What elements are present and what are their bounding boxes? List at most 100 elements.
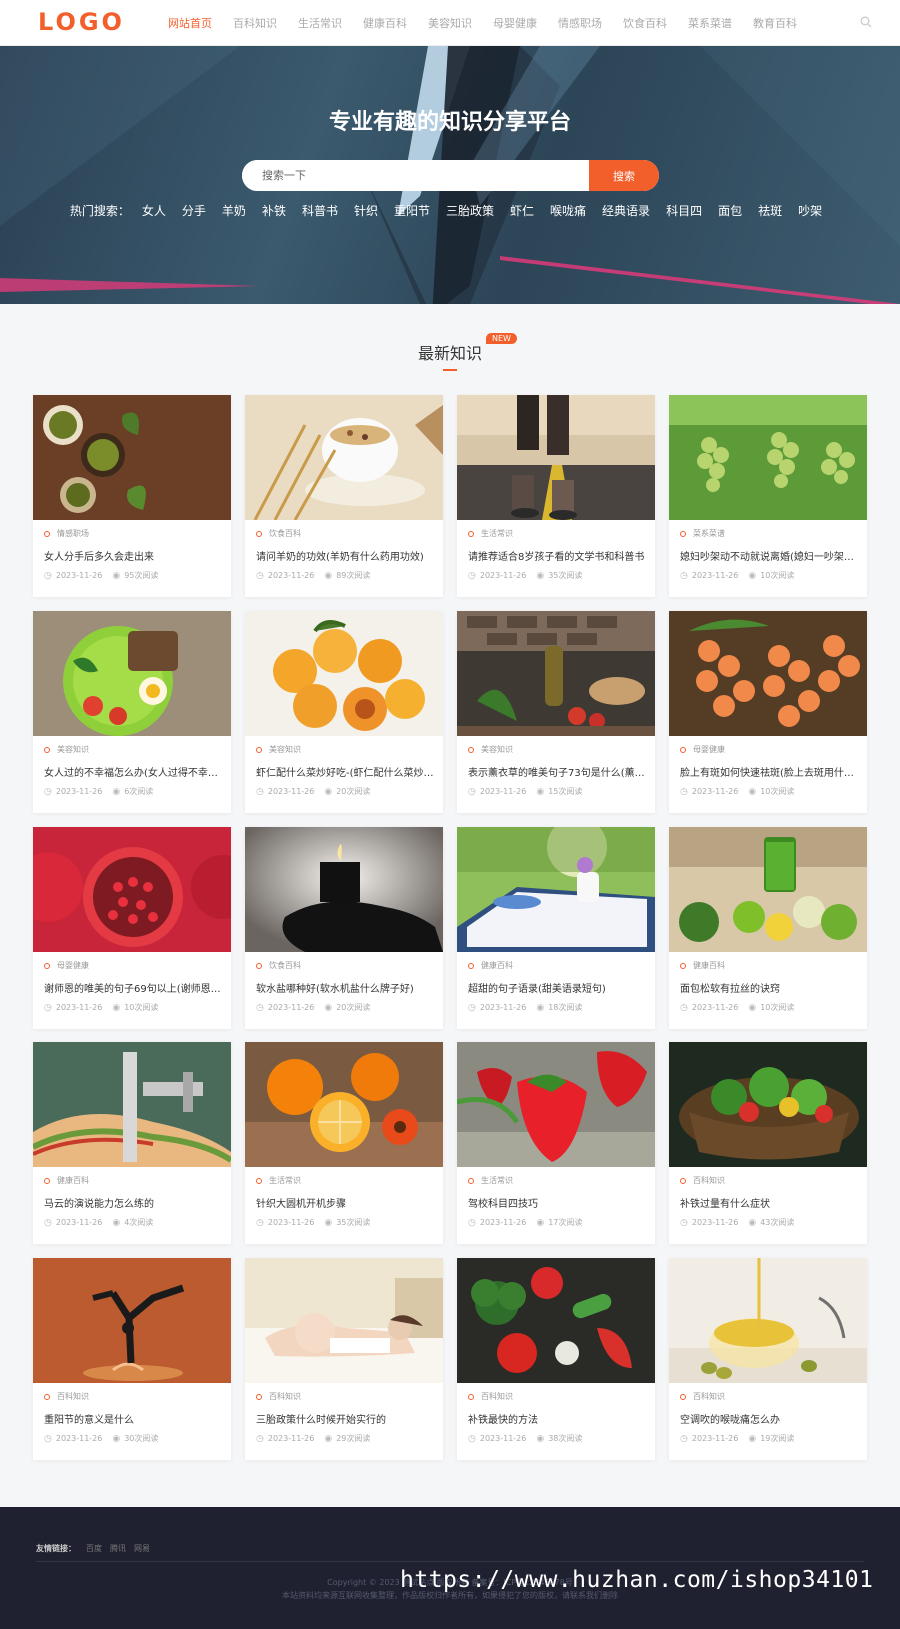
- article-category[interactable]: 情感职场: [44, 528, 89, 539]
- article-category[interactable]: 美容知识: [44, 744, 89, 755]
- friend-link[interactable]: 百度: [86, 1543, 102, 1554]
- article-category[interactable]: 饮食百科: [256, 528, 301, 539]
- article-card[interactable]: 美容知识表示薰衣草的唯美句子73句是什么(薰衣草句子) ◷2023-11-26 ◉1…: [457, 611, 655, 813]
- article-category[interactable]: 生活常识: [256, 1175, 301, 1186]
- article-title[interactable]: 马云的演说能力怎么练的: [44, 1195, 222, 1210]
- article-card[interactable]: 健康百科 超甜的句子语录(甜美语录短句) ◷ 2023-11-26 ◉ 18次阅读: [457, 827, 655, 1029]
- article-thumbnail[interactable]: [245, 395, 443, 520]
- article-title[interactable]: 请问羊奶的功效(羊奶有什么药用功效): [256, 548, 434, 563]
- article-card[interactable]: 百科知识 补铁过量有什么症状 ◷ 2023-11-26 ◉ 43次阅读: [669, 1042, 867, 1244]
- article-card[interactable]: 健康百科 面包松软有拉丝的诀窍 ◷ 2023-11-26 ◉ 10次阅读: [669, 827, 867, 1029]
- site-logo[interactable]: LOGO: [38, 8, 125, 36]
- article-card[interactable]: 菜系菜谱媳妇吵架动不动就说离婚(媳妇一吵架就说离婚) ◷2023-11-26 ◉10…: [669, 395, 867, 597]
- article-title[interactable]: 驾校科目四技巧: [468, 1195, 646, 1210]
- article-card[interactable]: 百科知识 三胎政策什么时候开始实行的 ◷ 2023-11-26 ◉ 29次阅读: [245, 1258, 443, 1460]
- article-category[interactable]: 美容知识: [256, 744, 301, 755]
- article-thumbnail[interactable]: [669, 1042, 867, 1167]
- article-title[interactable]: 重阳节的意义是什么: [44, 1411, 222, 1426]
- article-card[interactable]: 美容知识虾仁配什么菜炒好吃-(虾仁配什么菜炒好吃又简单) ◷2023-11-26 ◉…: [245, 611, 443, 813]
- nav-item-encyclopedia[interactable]: 百科知识: [233, 15, 277, 31]
- article-category[interactable]: 母婴健康: [680, 744, 725, 755]
- nav-item-emotion[interactable]: 情感职场: [558, 15, 602, 31]
- article-category[interactable]: 母婴健康: [44, 960, 89, 971]
- article-title[interactable]: 补铁最快的方法: [468, 1411, 646, 1426]
- nav-item-health[interactable]: 健康百科: [363, 15, 407, 31]
- search-icon[interactable]: [860, 16, 872, 28]
- article-card[interactable]: 饮食百科 软水盐哪种好(软水机盐什么牌子好) ◷ 2023-11-26 ◉ 20次阅读: [245, 827, 443, 1029]
- article-thumbnail[interactable]: [33, 395, 231, 520]
- article-title[interactable]: 针织大圆机开机步骤: [256, 1195, 434, 1210]
- article-category[interactable]: 健康百科: [44, 1175, 89, 1186]
- article-title[interactable]: 谢师恩的唯美的句子69句以上(谢师恩的句子): [44, 980, 222, 995]
- article-category[interactable]: 生活常识: [468, 528, 513, 539]
- hot-word[interactable]: 喉咙痛: [550, 202, 586, 219]
- hot-word[interactable]: 科目四: [666, 202, 702, 219]
- article-title[interactable]: 超甜的句子语录(甜美语录短句): [468, 980, 646, 995]
- hot-word[interactable]: 面包: [718, 202, 742, 219]
- article-thumbnail[interactable]: [669, 827, 867, 952]
- article-title[interactable]: 虾仁配什么菜炒好吃-(虾仁配什么菜炒好吃又简单): [256, 764, 434, 779]
- article-title[interactable]: 三胎政策什么时候开始实行的: [256, 1411, 434, 1426]
- nav-item-life[interactable]: 生活常识: [298, 15, 342, 31]
- hot-word[interactable]: 重阳节: [394, 202, 430, 219]
- article-thumbnail[interactable]: [457, 1042, 655, 1167]
- article-category[interactable]: 美容知识: [468, 744, 513, 755]
- article-category[interactable]: 饮食百科: [256, 960, 301, 971]
- hot-word[interactable]: 三胎政策: [446, 202, 494, 219]
- article-card[interactable]: 百科知识 空调吹的喉咙痛怎么办 ◷ 2023-11-26 ◉ 19次阅读: [669, 1258, 867, 1460]
- article-thumbnail[interactable]: [669, 1258, 867, 1383]
- article-category[interactable]: 百科知识: [468, 1391, 513, 1402]
- search-input[interactable]: [242, 160, 589, 191]
- article-thumbnail[interactable]: [457, 611, 655, 736]
- article-thumbnail[interactable]: [457, 395, 655, 520]
- article-thumbnail[interactable]: [245, 1042, 443, 1167]
- article-category[interactable]: 菜系菜谱: [680, 528, 725, 539]
- hot-word[interactable]: 虾仁: [510, 202, 534, 219]
- nav-item-education[interactable]: 教育百科: [753, 15, 797, 31]
- article-category[interactable]: 生活常识: [468, 1175, 513, 1186]
- article-card[interactable]: 生活常识 驾校科目四技巧 ◷ 2023-11-26 ◉ 17次阅读: [457, 1042, 655, 1244]
- nav-item-recipes[interactable]: 菜系菜谱: [688, 15, 732, 31]
- friend-link[interactable]: 网易: [134, 1543, 150, 1554]
- nav-item-food[interactable]: 饮食百科: [623, 15, 667, 31]
- article-thumbnail[interactable]: [457, 1258, 655, 1383]
- article-thumbnail[interactable]: [33, 1258, 231, 1383]
- article-title[interactable]: 脸上有斑如何快速祛斑(脸上去斑用什么方法): [680, 764, 858, 779]
- article-category[interactable]: 百科知识: [44, 1391, 89, 1402]
- article-title[interactable]: 请推荐适合8岁孩子看的文学书和科普书: [468, 548, 646, 563]
- article-thumbnail[interactable]: [245, 827, 443, 952]
- hot-word[interactable]: 女人: [142, 202, 166, 219]
- article-thumbnail[interactable]: [669, 395, 867, 520]
- article-title[interactable]: 面包松软有拉丝的诀窍: [680, 980, 858, 995]
- article-title[interactable]: 表示薰衣草的唯美句子73句是什么(薰衣草句子): [468, 764, 646, 779]
- article-thumbnail[interactable]: [33, 827, 231, 952]
- hot-word[interactable]: 补铁: [262, 202, 286, 219]
- hot-word[interactable]: 吵架: [798, 202, 822, 219]
- article-category[interactable]: 百科知识: [680, 1175, 725, 1186]
- article-title[interactable]: 女人过的不幸福怎么办(女人过得不幸福的表现): [44, 764, 222, 779]
- article-card[interactable]: 百科知识 重阳节的意义是什么 ◷ 2023-11-26 ◉ 30次阅读: [33, 1258, 231, 1460]
- article-category[interactable]: 百科知识: [680, 1391, 725, 1402]
- article-thumbnail[interactable]: [245, 1258, 443, 1383]
- article-card[interactable]: 美容知识女人过的不幸福怎么办(女人过得不幸福的表现) ◷2023-11-26 ◉6次…: [33, 611, 231, 813]
- article-category[interactable]: 健康百科: [680, 960, 725, 971]
- article-title[interactable]: 软水盐哪种好(软水机盐什么牌子好): [256, 980, 434, 995]
- article-thumbnail[interactable]: [457, 827, 655, 952]
- article-card[interactable]: 生活常识 请推荐适合8岁孩子看的文学书和科普书 ◷ 2023-11-26 ◉ 35次阅读: [457, 395, 655, 597]
- article-card[interactable]: 母婴健康脸上有斑如何快速祛斑(脸上去斑用什么方法) ◷2023-11-26 ◉10次…: [669, 611, 867, 813]
- friend-link[interactable]: 腾讯: [110, 1543, 126, 1554]
- search-button[interactable]: 搜索: [589, 160, 659, 191]
- article-card[interactable]: 母婴健康谢师恩的唯美的句子69句以上(谢师恩的句子) ◷2023-11-26 ◉10…: [33, 827, 231, 1029]
- article-card[interactable]: 饮食百科 请问羊奶的功效(羊奶有什么药用功效) ◷ 2023-11-26 ◉ 89次阅读: [245, 395, 443, 597]
- article-card[interactable]: 百科知识 补铁最快的方法 ◷ 2023-11-26 ◉ 38次阅读: [457, 1258, 655, 1460]
- article-title[interactable]: 女人分手后多久会走出来: [44, 548, 222, 563]
- hot-word[interactable]: 祛斑: [758, 202, 782, 219]
- hot-word[interactable]: 分手: [182, 202, 206, 219]
- article-category[interactable]: 健康百科: [468, 960, 513, 971]
- hot-word[interactable]: 羊奶: [222, 202, 246, 219]
- article-card[interactable]: 健康百科 马云的演说能力怎么练的 ◷ 2023-11-26 ◉ 4次阅读: [33, 1042, 231, 1244]
- article-card[interactable]: 情感职场 女人分手后多久会走出来 ◷ 2023-11-26 ◉ 95次阅读: [33, 395, 231, 597]
- article-category[interactable]: 百科知识: [256, 1391, 301, 1402]
- nav-item-maternal[interactable]: 母婴健康: [493, 15, 537, 31]
- article-thumbnail[interactable]: [669, 611, 867, 736]
